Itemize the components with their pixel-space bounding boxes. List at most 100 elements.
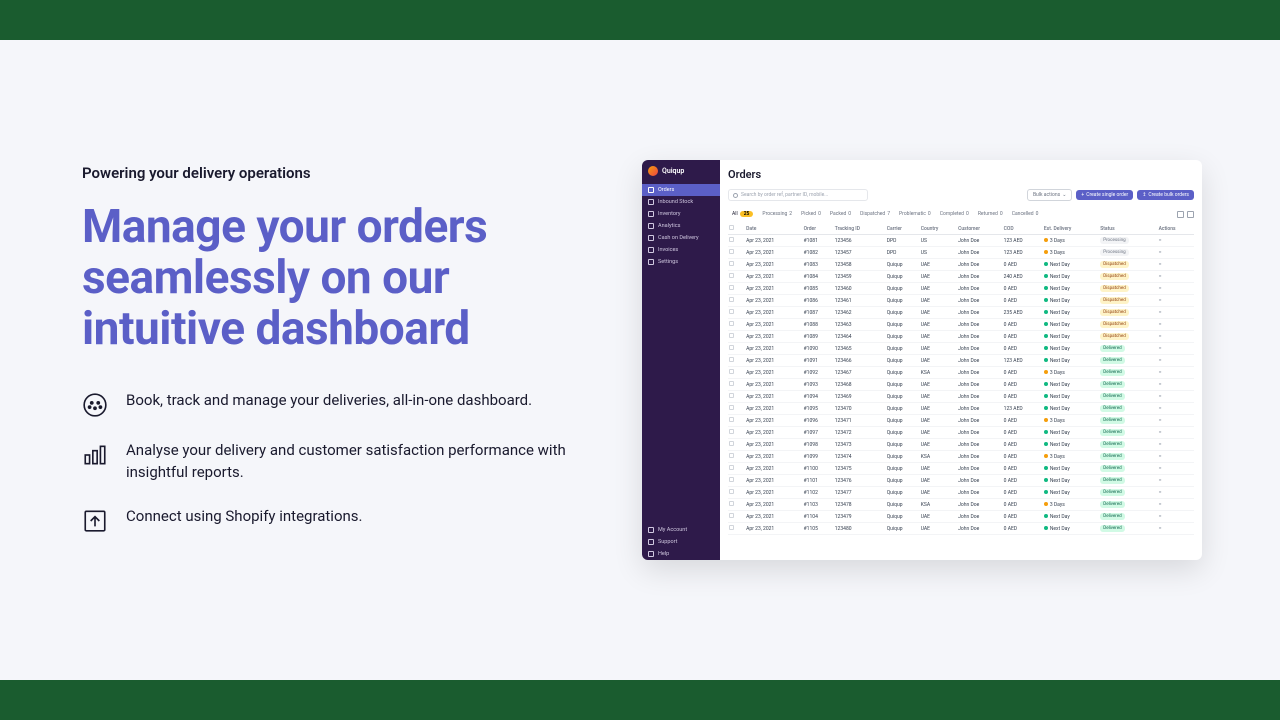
row-checkbox[interactable] [729,381,734,386]
cell-order[interactable]: #1082 [803,247,834,259]
sidebar-item-analytics[interactable]: Analytics [642,220,720,232]
table-row[interactable]: Apr 23, 2021#1094123469QuiqupUAEJohn Doe… [728,391,1194,403]
col-Est. Delivery[interactable]: Est. Delivery [1043,223,1099,235]
table-row[interactable]: Apr 23, 2021#1093123468QuiqupUAEJohn Doe… [728,379,1194,391]
row-checkbox[interactable] [729,285,734,290]
row-checkbox[interactable] [729,309,734,314]
table-row[interactable]: Apr 23, 2021#1086123461QuiqupUAEJohn Doe… [728,295,1194,307]
search-input[interactable]: Search by order ref, partner ID, mobile.… [728,189,868,201]
cell-order[interactable]: #1087 [803,307,834,319]
sidebar-item-inbound-stock[interactable]: Inbound Stock [642,196,720,208]
tab-problematic[interactable]: Problematic0 [895,209,935,219]
row-checkbox[interactable] [729,345,734,350]
row-checkbox[interactable] [729,369,734,374]
row-checkbox[interactable] [729,297,734,302]
sidebar-item-help[interactable]: Help [642,548,720,560]
table-row[interactable]: Apr 23, 2021#1087123462QuiqupUAEJohn Doe… [728,307,1194,319]
select-all-checkbox[interactable] [729,225,734,230]
row-actions[interactable]: ••• [1158,403,1194,415]
table-row[interactable]: Apr 23, 2021#1091123466QuiqupUAEJohn Doe… [728,355,1194,367]
sidebar-item-my-account[interactable]: My Account [642,524,720,536]
cell-order[interactable]: #1083 [803,259,834,271]
row-actions[interactable]: ••• [1158,427,1194,439]
cell-order[interactable]: #1100 [803,463,834,475]
cell-order[interactable]: #1097 [803,427,834,439]
row-checkbox[interactable] [729,465,734,470]
create-single-order-button[interactable]: +Create single order [1076,190,1133,200]
tab-processing[interactable]: Processing2 [758,209,796,219]
row-checkbox[interactable] [729,441,734,446]
row-actions[interactable]: ••• [1158,499,1194,511]
row-actions[interactable]: ••• [1158,475,1194,487]
cell-order[interactable]: #1105 [803,523,834,535]
col-Tracking ID[interactable]: Tracking ID [834,223,886,235]
table-row[interactable]: Apr 23, 2021#1105123480QuiqupUAEJohn Doe… [728,523,1194,535]
row-checkbox[interactable] [729,261,734,266]
create-bulk-orders-button[interactable]: ↥Create bulk orders [1137,190,1194,200]
col-Status[interactable]: Status [1099,223,1157,235]
cell-order[interactable]: #1096 [803,415,834,427]
cell-order[interactable]: #1091 [803,355,834,367]
cell-order[interactable]: #1093 [803,379,834,391]
col-Date[interactable]: Date [745,223,802,235]
tab-completed[interactable]: Completed0 [936,209,973,219]
col-Country[interactable]: Country [920,223,957,235]
cell-order[interactable]: #1088 [803,319,834,331]
cell-order[interactable]: #1103 [803,499,834,511]
row-checkbox[interactable] [729,237,734,242]
table-row[interactable]: Apr 23, 2021#1083123458QuiqupUAEJohn Doe… [728,259,1194,271]
table-row[interactable]: Apr 23, 2021#1096123471QuiqupUAEJohn Doe… [728,415,1194,427]
cell-order[interactable]: #1092 [803,367,834,379]
cell-order[interactable]: #1104 [803,511,834,523]
row-checkbox[interactable] [729,501,734,506]
cell-order[interactable]: #1101 [803,475,834,487]
table-row[interactable]: Apr 23, 2021#1101123476QuiqupUAEJohn Doe… [728,475,1194,487]
row-actions[interactable]: ••• [1158,259,1194,271]
col-Customer[interactable]: Customer [957,223,1003,235]
tab-dispatched[interactable]: Dispatched7 [856,209,894,219]
col-Actions[interactable]: Actions [1158,223,1194,235]
tab-picked[interactable]: Picked0 [797,209,825,219]
row-actions[interactable]: ••• [1158,247,1194,259]
table-row[interactable]: Apr 23, 2021#1088123463QuiqupUAEJohn Doe… [728,319,1194,331]
sidebar-item-inventory[interactable]: Inventory [642,208,720,220]
cell-order[interactable]: #1084 [803,271,834,283]
row-actions[interactable]: ••• [1158,295,1194,307]
cell-order[interactable]: #1085 [803,283,834,295]
row-actions[interactable]: ••• [1158,307,1194,319]
row-actions[interactable]: ••• [1158,367,1194,379]
col-Order[interactable]: Order [803,223,834,235]
row-actions[interactable]: ••• [1158,523,1194,535]
cell-order[interactable]: #1095 [803,403,834,415]
cell-order[interactable]: #1089 [803,331,834,343]
table-row[interactable]: Apr 23, 2021#1095123470QuiqupUAEJohn Doe… [728,403,1194,415]
row-actions[interactable]: ••• [1158,283,1194,295]
row-actions[interactable]: ••• [1158,379,1194,391]
row-actions[interactable]: ••• [1158,391,1194,403]
row-checkbox[interactable] [729,249,734,254]
row-actions[interactable]: ••• [1158,319,1194,331]
tab-all[interactable]: All25 [728,209,757,219]
table-row[interactable]: Apr 23, 2021#1098123473QuiqupUAEJohn Doe… [728,439,1194,451]
tab-returned[interactable]: Returned0 [974,209,1007,219]
sidebar-item-orders[interactable]: Orders [642,184,720,196]
row-actions[interactable]: ••• [1158,355,1194,367]
cell-order[interactable]: #1081 [803,235,834,247]
row-checkbox[interactable] [729,405,734,410]
table-row[interactable]: Apr 23, 2021#1099123474QuiqupKSAJohn Doe… [728,451,1194,463]
row-actions[interactable]: ••• [1158,343,1194,355]
bulk-actions-button[interactable]: Bulk actions⌄ [1027,189,1072,201]
table-row[interactable]: Apr 23, 2021#1084123459QuiqupUAEJohn Doe… [728,271,1194,283]
cell-order[interactable]: #1086 [803,295,834,307]
table-row[interactable]: Apr 23, 2021#1090123465QuiqupUAEJohn Doe… [728,343,1194,355]
table-row[interactable]: Apr 23, 2021#1100123475QuiqupUAEJohn Doe… [728,463,1194,475]
table-row[interactable]: Apr 23, 2021#1081123456DPDUSJohn Doe123 … [728,235,1194,247]
sidebar-item-invoices[interactable]: Invoices [642,244,720,256]
row-actions[interactable]: ••• [1158,451,1194,463]
row-actions[interactable]: ••• [1158,487,1194,499]
cell-order[interactable]: #1098 [803,439,834,451]
row-checkbox[interactable] [729,273,734,278]
sidebar-item-cash-on-delivery[interactable]: Cash on Delivery [642,232,720,244]
filter-icon[interactable] [1187,211,1194,218]
row-actions[interactable]: ••• [1158,271,1194,283]
